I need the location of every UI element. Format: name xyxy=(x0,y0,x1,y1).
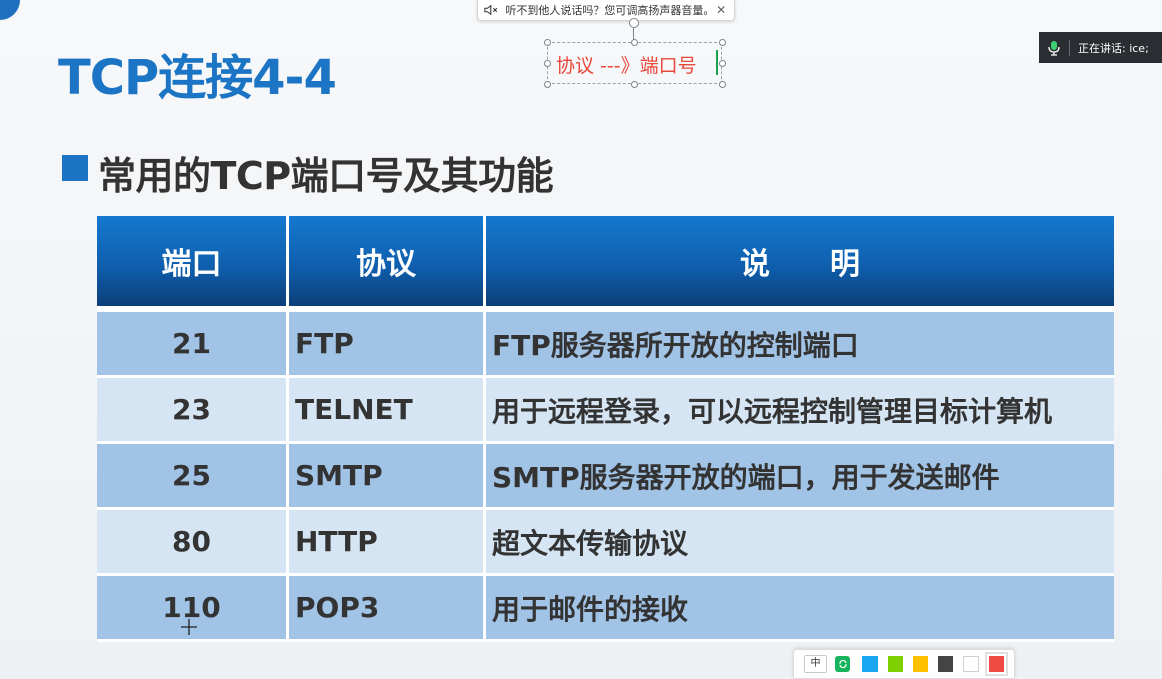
annotation-handle-tr[interactable] xyxy=(719,39,726,46)
table-row: 21 FTP FTP服务器所开放的控制端口 xyxy=(97,312,1114,378)
color-swatch-blue[interactable] xyxy=(862,656,878,672)
corner-accent xyxy=(0,0,20,20)
app-badge-icon[interactable] xyxy=(835,656,851,672)
protocol-cell: FTP xyxy=(289,312,486,378)
description-cell: SMTP服务器开放的端口，用于发送邮件 xyxy=(486,444,1114,510)
annotation-handle-mr[interactable] xyxy=(719,60,726,67)
ports-table: 端口 协议 说 明 21 FTP FTP服务器所开放的控制端口 23 TELNE… xyxy=(97,216,1114,642)
color-swatch-red[interactable] xyxy=(984,652,1009,676)
microphone-icon xyxy=(1048,40,1060,56)
header-port: 端口 xyxy=(97,216,289,312)
close-icon[interactable]: ✕ xyxy=(714,3,728,17)
volume-notification: 听不到他人说话吗？您可调高扬声器音量。 ✕ xyxy=(477,0,735,21)
protocol-cell: TELNET xyxy=(289,378,486,444)
description-cell: 用于邮件的接收 xyxy=(486,576,1114,642)
protocol-cell: POP3 xyxy=(289,576,486,642)
color-swatch-white[interactable] xyxy=(963,656,979,672)
slide-title: TCP连接4-4 xyxy=(58,50,337,106)
header-protocol: 协议 xyxy=(289,216,486,312)
port-cell: 21 xyxy=(97,312,289,378)
pen-color-palette: 中 xyxy=(793,649,1015,679)
protocol-cell: SMTP xyxy=(289,444,486,510)
color-swatch-green[interactable] xyxy=(887,656,903,672)
bullet-square-icon xyxy=(62,155,88,181)
text-caret xyxy=(716,50,718,75)
notification-text: 听不到他人说话吗？您可调高扬声器音量。 xyxy=(505,4,715,17)
table-row: 25 SMTP SMTP服务器开放的端口，用于发送邮件 xyxy=(97,444,1114,510)
annotation-handle-ml[interactable] xyxy=(544,60,551,67)
port-cell: 23 xyxy=(97,378,289,444)
annotation-handle-bl[interactable] xyxy=(544,81,551,88)
annotation-rotate-handle[interactable] xyxy=(629,18,639,28)
table-header-row: 端口 协议 说 明 xyxy=(97,216,1114,312)
annotation-handle-br[interactable] xyxy=(719,81,726,88)
refresh-icon xyxy=(839,659,847,669)
annotation-text[interactable]: 协议 ---》端口号 xyxy=(556,51,697,78)
crosshair-cursor-icon xyxy=(181,619,197,635)
description-cell: FTP服务器所开放的控制端口 xyxy=(486,312,1114,378)
ime-indicator[interactable]: 中 xyxy=(804,655,827,673)
header-description: 说 明 xyxy=(486,216,1114,312)
port-cell: 80 xyxy=(97,510,289,576)
description-cell: 用于远程登录，可以远程控制管理目标计算机 xyxy=(486,378,1114,444)
annotation-handle-tl[interactable] xyxy=(544,39,551,46)
color-swatch-dark-gray[interactable] xyxy=(938,656,954,672)
port-cell: 25 xyxy=(97,444,289,510)
speaker-muted-icon xyxy=(484,4,498,16)
table-row: 80 HTTP 超文本传输协议 xyxy=(97,510,1114,576)
protocol-cell: HTTP xyxy=(289,510,486,576)
section-heading: 常用的TCP端口号及其功能 xyxy=(98,154,554,198)
divider xyxy=(1069,39,1070,56)
color-swatch-yellow[interactable] xyxy=(912,656,929,672)
table-row: 110 POP3 用于邮件的接收 xyxy=(97,576,1114,642)
description-cell: 超文本传输协议 xyxy=(486,510,1114,576)
annotation-handle-bm[interactable] xyxy=(631,81,638,88)
speaker-name: 正在讲话: ice; xyxy=(1078,41,1149,55)
table-row: 23 TELNET 用于远程登录，可以远程控制管理目标计算机 xyxy=(97,378,1114,444)
annotation-handle-tm[interactable] xyxy=(631,39,638,46)
speaking-indicator: 正在讲话: ice; xyxy=(1039,32,1162,63)
